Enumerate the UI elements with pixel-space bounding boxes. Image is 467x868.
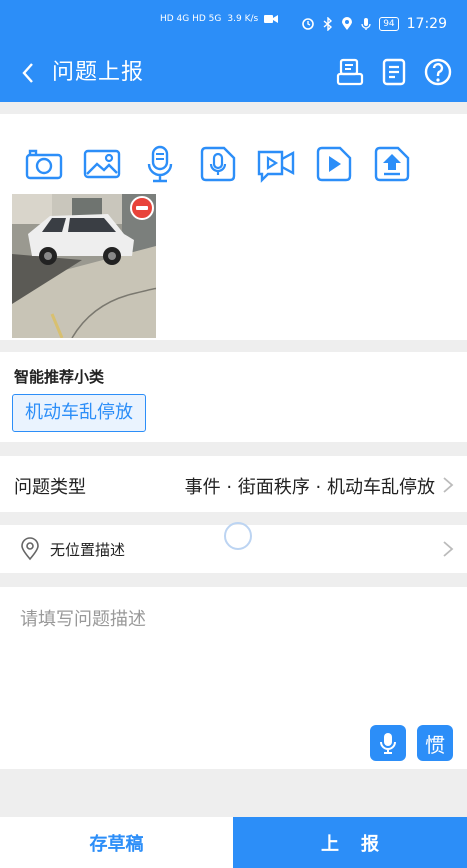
problem-type-row[interactable]: 问题类型 事件 · 街面秩序 · 机动车乱停放 [0, 456, 467, 512]
footer-bar: 存草稿 上报 [0, 817, 467, 868]
video-camera-icon[interactable] [256, 144, 296, 184]
chevron-right-icon [443, 477, 454, 493]
problem-type-label: 问题类型 [14, 477, 86, 498]
back-arrow-icon[interactable] [14, 58, 44, 88]
network-speed: 3.9 K/s [227, 14, 259, 24]
mic-status-icon [361, 18, 371, 30]
problem-type-value: 事件 · 街面秩序 · 机动车乱停放 [184, 477, 435, 498]
location-pin-icon [21, 537, 39, 561]
submit-button[interactable]: 上报 [233, 817, 467, 868]
location-status-icon [342, 17, 353, 30]
recommend-label: 智能推荐小类 [14, 368, 105, 386]
network-text: HD 4G HD 5G [160, 14, 222, 24]
media-section [0, 114, 467, 340]
play-video-icon[interactable] [314, 144, 354, 184]
audio-file-icon[interactable] [198, 144, 238, 184]
voice-input-button[interactable] [370, 725, 406, 761]
loading-spinner [224, 522, 252, 550]
help-icon[interactable] [422, 56, 454, 88]
description-section: 惯 [0, 587, 467, 769]
bluetooth-icon [323, 17, 333, 31]
system-status: 94 17:29 [301, 16, 447, 32]
image-icon[interactable] [82, 144, 122, 184]
recommend-section: 智能推荐小类 机动车乱停放 [0, 352, 467, 442]
recommend-tag[interactable]: 机动车乱停放 [12, 394, 146, 432]
location-label: 无位置描述 [50, 541, 126, 559]
video-status-icon [264, 15, 279, 23]
status-bar: HD 4G HD 5G 3.9 K/s 94 17:29 [0, 0, 467, 50]
page-title: 问题上报 [52, 60, 145, 85]
alarm-icon [302, 18, 314, 30]
description-input[interactable] [20, 605, 440, 725]
drafts-icon[interactable] [334, 56, 366, 88]
habit-phrase-button[interactable]: 惯 [417, 725, 453, 761]
network-status: HD 4G HD 5G 3.9 K/s [160, 14, 279, 24]
media-toolbar [24, 144, 412, 184]
list-icon[interactable] [378, 56, 410, 88]
microphone-icon [380, 733, 396, 754]
camera-icon[interactable] [24, 144, 64, 184]
microphone-icon[interactable] [140, 144, 180, 184]
clock: 17:29 [406, 16, 447, 32]
nav-bar: 问题上报 [0, 50, 467, 98]
upload-icon[interactable] [372, 144, 412, 184]
battery-indicator: 94 [379, 17, 399, 31]
top-bar: HD 4G HD 5G 3.9 K/s 94 17:29 问题上报 [0, 0, 467, 102]
chevron-right-icon [443, 541, 454, 557]
save-draft-button[interactable]: 存草稿 [0, 817, 233, 868]
remove-photo-button[interactable] [130, 196, 154, 220]
